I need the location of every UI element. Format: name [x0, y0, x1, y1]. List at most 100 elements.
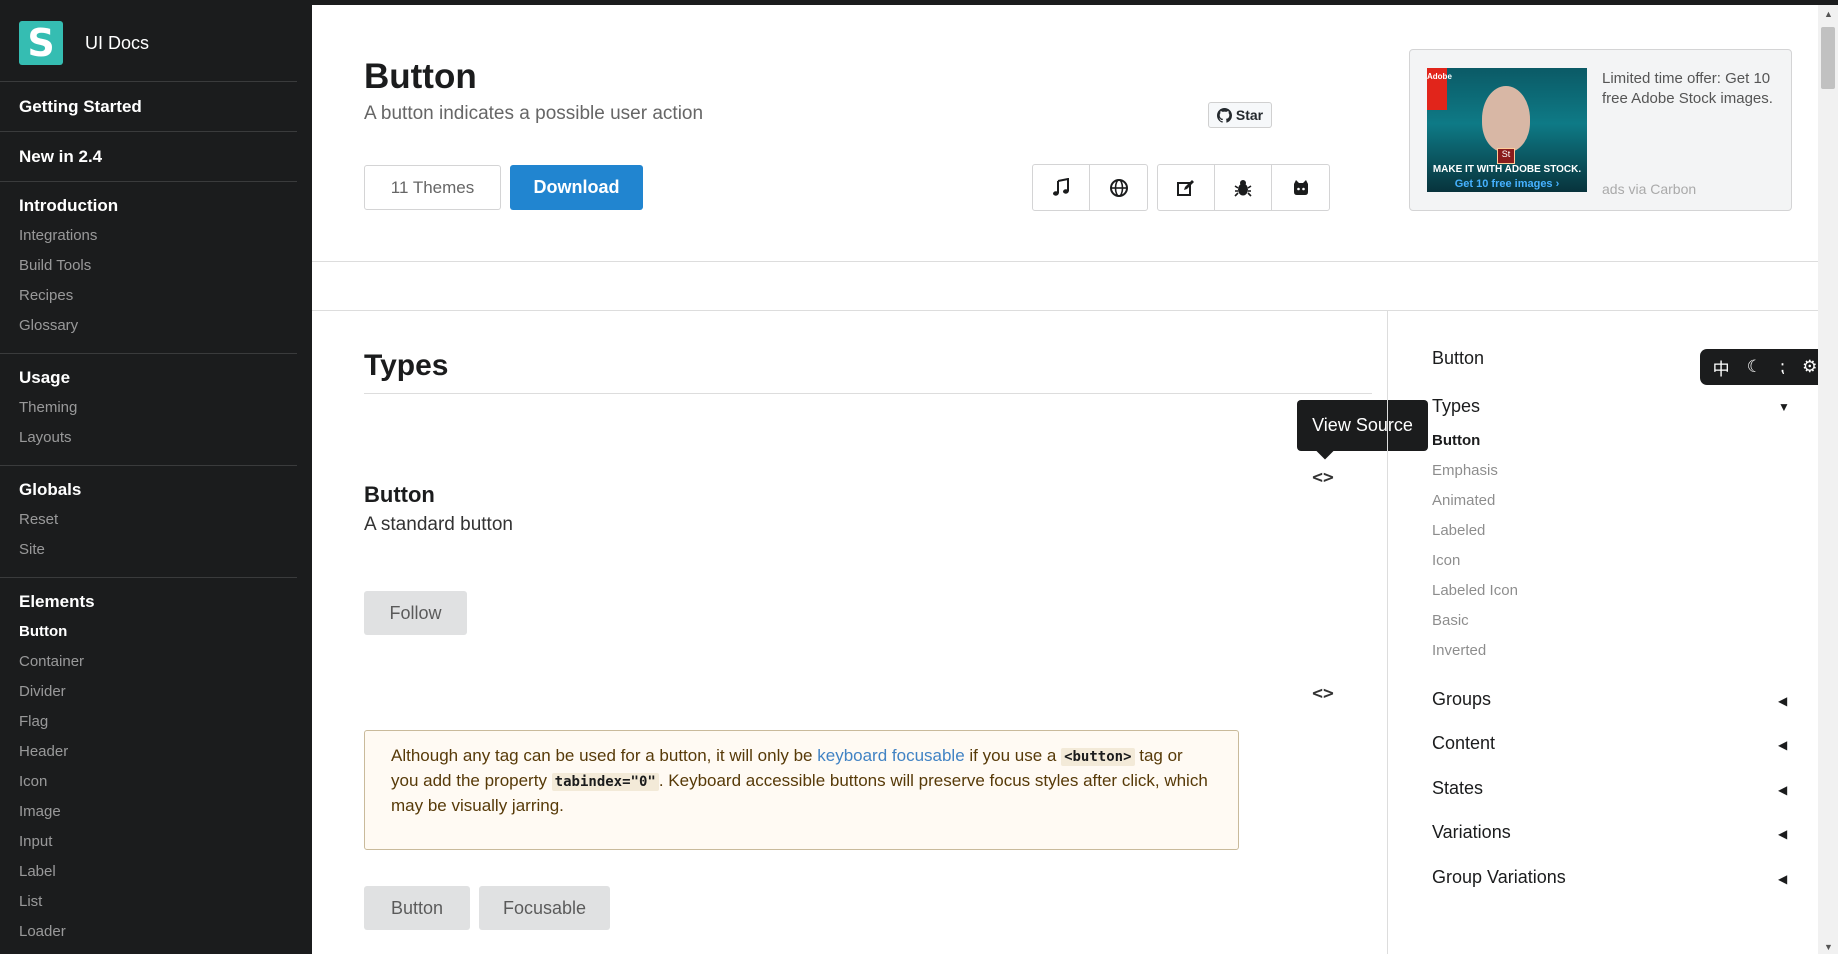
nav-head-usage[interactable]: Usage: [19, 367, 297, 389]
moon-icon[interactable]: ☾: [1747, 357, 1762, 377]
sidebar-item-recipes[interactable]: Recipes: [19, 281, 297, 311]
sidebar-item-divider[interactable]: Divider: [19, 677, 297, 707]
punctuation-icon[interactable]: ⁏: [1779, 357, 1785, 377]
sidebar-item-container[interactable]: Container: [19, 647, 297, 677]
nav-section-introduction: Introduction Integrations Build Tools Re…: [0, 182, 297, 354]
button-tag-code: <button>: [1061, 748, 1135, 766]
section-divider: [364, 393, 1372, 394]
nav-section-getting-started: Getting Started: [0, 82, 297, 132]
follow-button[interactable]: Follow: [364, 591, 467, 635]
toc-states[interactable]: States: [1432, 778, 1483, 799]
edit-icon[interactable]: [1158, 165, 1215, 210]
toc-item-animated[interactable]: Animated: [1432, 492, 1495, 509]
github-star-button[interactable]: Star: [1208, 102, 1272, 128]
toc-item-labeled-icon[interactable]: Labeled Icon: [1432, 582, 1518, 599]
sidebar-item-build-tools[interactable]: Build Tools: [19, 251, 297, 281]
toc-types[interactable]: Types: [1432, 396, 1480, 417]
code-icon[interactable]: <>: [1311, 683, 1335, 704]
nav-head-new[interactable]: New in 2.4: [19, 146, 297, 168]
sidebar-item-list[interactable]: List: [19, 887, 297, 917]
github-icon: [1216, 107, 1232, 123]
caret-left-icon[interactable]: ◀: [1778, 738, 1787, 752]
ad-text[interactable]: Limited time offer: Get 10 free Adobe St…: [1602, 69, 1777, 109]
toolbar-group-1: [1032, 164, 1148, 211]
toc-item-icon[interactable]: Icon: [1432, 552, 1460, 569]
brand-logo: S: [19, 21, 63, 65]
toc-item-button[interactable]: Button: [1432, 432, 1480, 449]
music-icon[interactable]: [1033, 165, 1090, 210]
main-area: Button A button indicates a possible use…: [312, 5, 1818, 954]
nav-section-usage: Usage Theming Layouts: [0, 354, 297, 466]
keyboard-focusable-link[interactable]: keyboard focusable: [817, 746, 964, 765]
sidebar-item-icon[interactable]: Icon: [19, 767, 297, 797]
ad-portrait: [1482, 86, 1530, 152]
toc-variations[interactable]: Variations: [1432, 822, 1511, 843]
sidebar-item-header[interactable]: Header: [19, 737, 297, 767]
nav-head-introduction[interactable]: Introduction: [19, 195, 297, 217]
sidebar-item-site[interactable]: Site: [19, 535, 297, 565]
caret-left-icon[interactable]: ◀: [1778, 827, 1787, 841]
note-text: if you use a: [964, 746, 1062, 765]
toc-content[interactable]: Content: [1432, 733, 1495, 754]
caret-left-icon[interactable]: ◀: [1778, 783, 1787, 797]
adobe-logo: Adobe: [1427, 68, 1452, 110]
caret-left-icon[interactable]: ◀: [1778, 872, 1787, 886]
page-title: Button: [364, 57, 477, 96]
ad-image[interactable]: Adobe St MAKE IT WITH ADOBE STOCK. Get 1…: [1427, 68, 1587, 192]
toc-groups[interactable]: Groups: [1432, 689, 1491, 710]
toc-title[interactable]: Button: [1432, 348, 1484, 369]
github-alt-icon[interactable]: [1272, 165, 1329, 210]
sidebar-item-input[interactable]: Input: [19, 827, 297, 857]
sidebar-item-label[interactable]: Label: [19, 857, 297, 887]
note-text: Although any tag can be used for a butto…: [391, 746, 818, 765]
globe-icon[interactable]: [1090, 165, 1147, 210]
nav-section-globals: Globals Reset Site: [0, 466, 297, 578]
scroll-thumb[interactable]: [1821, 27, 1835, 89]
example-description: A standard button: [364, 514, 513, 535]
toc-group-variations[interactable]: Group Variations: [1432, 867, 1566, 888]
content-column: Types View Source <> Button A standard b…: [312, 311, 1428, 954]
sidebar-item-reset[interactable]: Reset: [19, 505, 297, 535]
code-icon[interactable]: <>: [1311, 467, 1335, 488]
caret-down-icon[interactable]: ▼: [1778, 400, 1790, 414]
caret-left-icon[interactable]: ◀: [1778, 694, 1787, 708]
sidebar-item-theming[interactable]: Theming: [19, 393, 297, 423]
star-label: Star: [1235, 107, 1264, 123]
gear-icon[interactable]: ⚙: [1802, 357, 1817, 377]
sidebar-item-flag[interactable]: Flag: [19, 707, 297, 737]
floating-toolbar: 中 ☾ ⁏ ⚙: [1700, 349, 1830, 385]
scroll-up-icon[interactable]: ▲: [1824, 9, 1833, 19]
bug-icon[interactable]: [1215, 165, 1272, 210]
toc-item-inverted[interactable]: Inverted: [1432, 642, 1486, 659]
sidebar-item-button[interactable]: Button: [19, 617, 297, 647]
toc-item-labeled[interactable]: Labeled: [1432, 522, 1485, 539]
tabindex-code: tabindex="0": [551, 773, 659, 791]
carbon-ad[interactable]: Adobe St MAKE IT WITH ADOBE STOCK. Get 1…: [1409, 49, 1792, 211]
ad-via[interactable]: ads via Carbon: [1602, 181, 1696, 197]
ad-st-badge: St: [1497, 148, 1515, 164]
brand[interactable]: S UI Docs: [0, 5, 297, 82]
nav-head-getting-started[interactable]: Getting Started: [19, 96, 297, 118]
section-title: Types: [364, 349, 449, 382]
sidebar-item-loader[interactable]: Loader: [19, 917, 297, 947]
focusable-button[interactable]: Focusable: [479, 886, 610, 930]
toc-item-emphasis[interactable]: Emphasis: [1432, 462, 1498, 479]
keyboard-focus-note: Although any tag can be used for a butto…: [364, 730, 1239, 850]
sidebar-item-integrations[interactable]: Integrations: [19, 221, 297, 251]
page-subtitle: A button indicates a possible user actio…: [364, 103, 704, 124]
download-button[interactable]: Download: [510, 165, 643, 210]
themes-button[interactable]: 11 Themes: [364, 165, 501, 210]
nav-section-new: New in 2.4: [0, 132, 297, 182]
sidebar-item-image[interactable]: Image: [19, 797, 297, 827]
nav-head-elements[interactable]: Elements: [19, 591, 297, 613]
nav-section-elements: Elements Button Container Divider Flag H…: [0, 578, 297, 954]
nav-head-globals[interactable]: Globals: [19, 479, 297, 501]
toc-item-basic[interactable]: Basic: [1432, 612, 1469, 629]
example-button[interactable]: Button: [364, 886, 470, 930]
page-scrollbar[interactable]: ▲ ▼: [1818, 5, 1838, 954]
sidebar-item-glossary[interactable]: Glossary: [19, 311, 297, 341]
page-header: Button A button indicates a possible use…: [312, 5, 1818, 262]
chinese-toggle-icon[interactable]: 中: [1713, 355, 1730, 380]
sidebar-item-layouts[interactable]: Layouts: [19, 423, 297, 453]
scroll-down-icon[interactable]: ▼: [1824, 942, 1833, 952]
